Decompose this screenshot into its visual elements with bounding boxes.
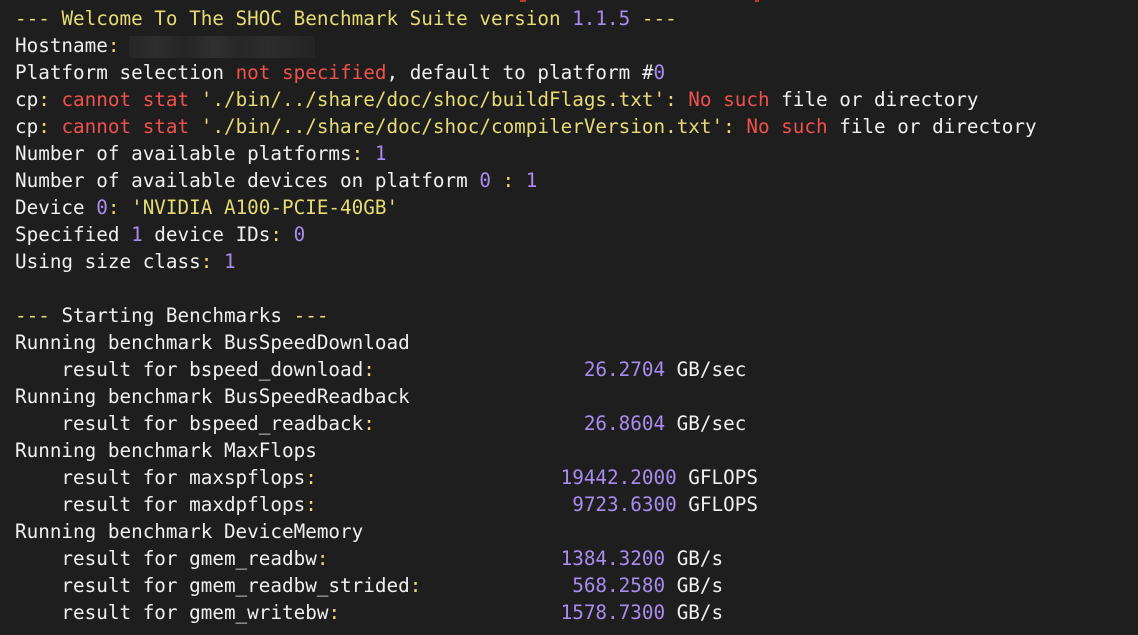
cp-error-line-buildflags: cp: cannot stat './bin/../share/doc/shoc…	[15, 88, 979, 111]
result-metric: maxspflops	[189, 466, 306, 489]
result-value: 19442.2000	[560, 466, 677, 489]
result-value: 26.2704	[583, 358, 666, 381]
result-value: 568.2580	[572, 574, 666, 597]
benchmark-result-line: result for bspeed_readback: 26.8604 GB/s…	[15, 412, 747, 435]
version-number: 1.1.5	[572, 7, 631, 30]
size-class-line: Using size class: 1	[15, 250, 236, 273]
result-metric: gmem_readbw_strided	[189, 574, 410, 597]
benchmark-results: Running benchmark BusSpeedDownload resul…	[15, 329, 1037, 626]
benchmark-run-line: Running benchmark MaxFlops	[15, 439, 317, 462]
benchmark-result-line: result for gmem_readbw: 1384.3200 GB/s	[15, 547, 724, 570]
result-value: 1384.3200	[560, 547, 666, 570]
result-unit: GFLOPS	[676, 466, 758, 489]
result-value: 26.8604	[583, 412, 666, 435]
benchmark-run-line: Running benchmark BusSpeedDownload	[15, 331, 410, 354]
benchmark-result-line: result for gmem_readbw_strided: 568.2580…	[15, 574, 724, 597]
result-unit: GB/sec	[665, 412, 747, 435]
result-unit: GB/sec	[665, 358, 747, 381]
device-name: 'NVIDIA A100-PCIE-40GB'	[119, 196, 399, 219]
hostname-line: Hostname:	[15, 32, 1037, 59]
benchmark-name: BusSpeedReadback	[223, 385, 410, 408]
benchmark-result-line: result for bspeed_download: 26.2704 GB/s…	[15, 358, 747, 381]
benchmark-run-line: Running benchmark DeviceMemory	[15, 520, 364, 543]
starting-benchmarks-line: --- Starting Benchmarks ---	[15, 304, 329, 327]
num-platforms-line: Number of available platforms: 1	[15, 142, 387, 165]
result-unit: GB/s	[665, 547, 724, 570]
num-devices-line: Number of available devices on platform …	[15, 169, 538, 192]
result-value: 9723.6300	[572, 493, 677, 516]
specified-devices-line: Specified 1 device IDs: 0	[15, 223, 306, 246]
result-unit: GFLOPS	[676, 493, 758, 516]
terminal-window[interactable]: --- Welcome To The SHOC Benchmark Suite …	[0, 0, 1138, 635]
benchmark-result-line: result for maxdpflops: 9723.6300 GFLOPS	[15, 493, 758, 516]
benchmark-run-line: Running benchmark BusSpeedReadback	[15, 385, 410, 408]
benchmark-name: DeviceMemory	[223, 520, 364, 543]
result-metric: maxdpflops	[189, 493, 306, 516]
platform-selection-line: Platform selection not specified, defaul…	[15, 61, 666, 84]
result-metric: gmem_readbw	[189, 547, 317, 570]
result-metric: bspeed_download	[189, 358, 364, 381]
benchmark-result-line: result for gmem_writebw: 1578.7300 GB/s	[15, 601, 724, 624]
result-value: 1578.7300	[560, 601, 666, 624]
device-line: Device 0: 'NVIDIA A100-PCIE-40GB'	[15, 196, 399, 219]
welcome-line: --- Welcome To The SHOC Benchmark Suite …	[15, 7, 677, 30]
benchmark-result-line: result for maxspflops: 19442.2000 GFLOPS	[15, 466, 758, 489]
terminal-output: --- Welcome To The SHOC Benchmark Suite …	[15, 5, 1037, 626]
redacted-hostname	[129, 35, 316, 58]
result-unit: GB/s	[665, 601, 724, 624]
result-unit: GB/s	[665, 574, 724, 597]
result-metric: gmem_writebw	[189, 601, 329, 624]
cp-error-line-compilerversion: cp: cannot stat './bin/../share/doc/shoc…	[15, 115, 1037, 138]
result-metric: bspeed_readback	[189, 412, 364, 435]
benchmark-name: BusSpeedDownload	[223, 331, 410, 354]
benchmark-name: MaxFlops	[223, 439, 317, 462]
